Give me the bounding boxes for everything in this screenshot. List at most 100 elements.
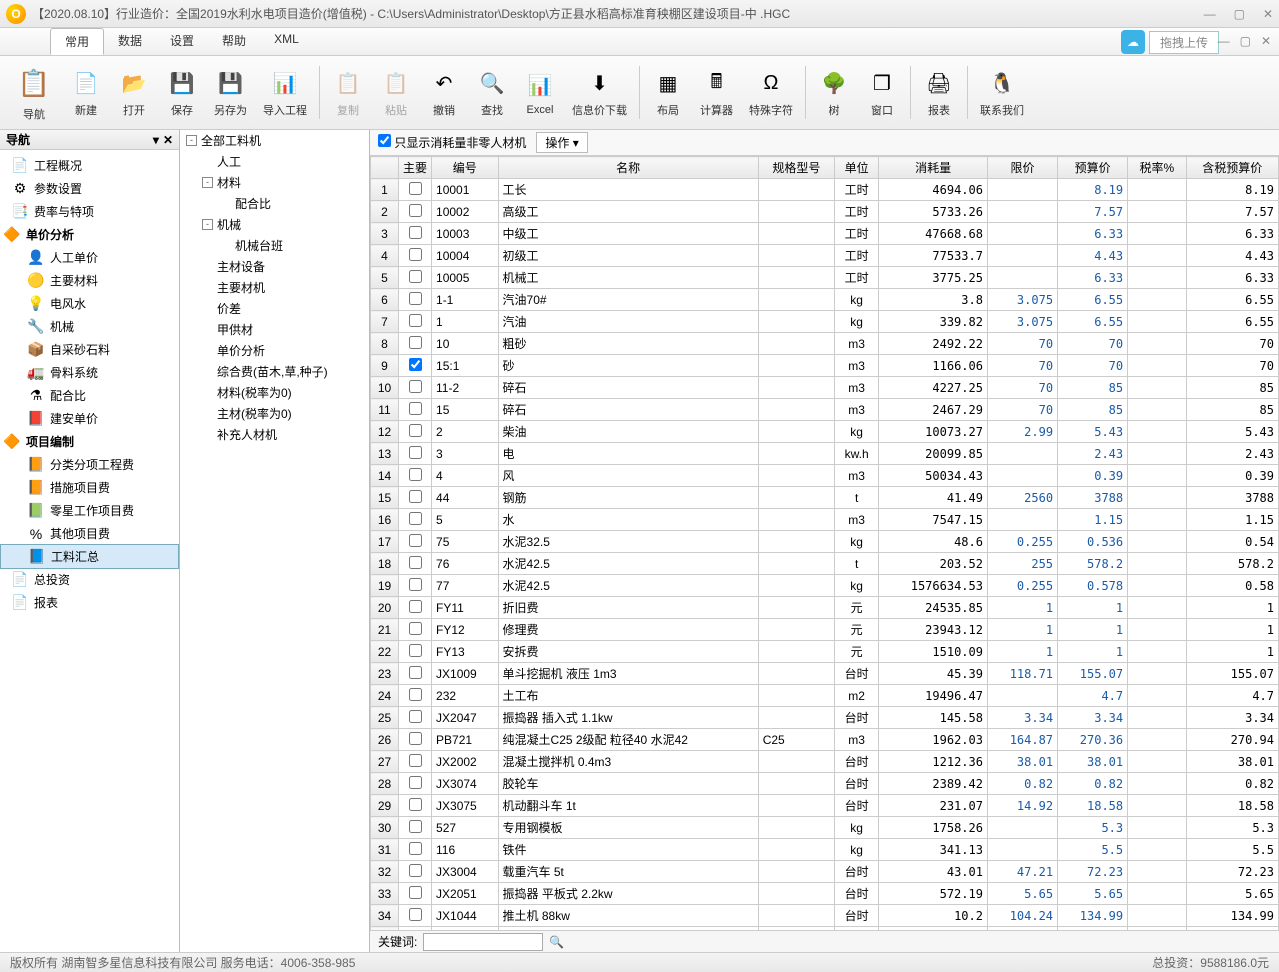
col-限价[interactable]: 限价 xyxy=(987,157,1057,179)
tool-联系我们[interactable]: 🐧联系我们 xyxy=(972,60,1032,125)
tool-计算器[interactable]: 🖩计算器 xyxy=(692,60,741,125)
nav-人工单价[interactable]: 👤人工单价 xyxy=(0,246,179,269)
col-编号[interactable]: 编号 xyxy=(432,157,499,179)
row-checkbox[interactable] xyxy=(399,685,432,707)
tool-撤销[interactable]: ↶撤销 xyxy=(420,60,468,125)
table-row[interactable]: 165水m37547.151.151.15 xyxy=(371,509,1279,531)
row-checkbox[interactable] xyxy=(399,883,432,905)
col-主要[interactable]: 主要 xyxy=(399,157,432,179)
row-checkbox[interactable] xyxy=(399,619,432,641)
menu-常用[interactable]: 常用 xyxy=(50,28,104,55)
tool-报表[interactable]: 🖨报表 xyxy=(915,60,963,125)
tool-新建[interactable]: 📄新建 xyxy=(62,60,110,125)
row-checkbox[interactable] xyxy=(399,465,432,487)
nav-工料汇总[interactable]: 📘工料汇总 xyxy=(0,544,179,569)
row-checkbox[interactable] xyxy=(399,575,432,597)
row-checkbox[interactable] xyxy=(399,729,432,751)
table-row[interactable]: 25JX2047振捣器 插入式 1.1kw台时145.583.343.343.3… xyxy=(371,707,1279,729)
nav-总投资[interactable]: 📄总投资 xyxy=(0,568,179,591)
tool-布局[interactable]: ▦布局 xyxy=(644,60,692,125)
cloud-icon[interactable]: ☁ xyxy=(1121,30,1145,54)
row-checkbox[interactable] xyxy=(399,289,432,311)
tool-另存为[interactable]: 💾另存为 xyxy=(206,60,255,125)
table-row[interactable]: 34JX1044推土机 88kw台时10.2104.24134.99134.99 xyxy=(371,905,1279,927)
tool-粘贴[interactable]: 📋粘贴 xyxy=(372,60,420,125)
table-row[interactable]: 23JX1009单斗挖掘机 液压 1m3台时45.39118.71155.071… xyxy=(371,663,1279,685)
data-grid[interactable]: 主要编号名称规格型号单位消耗量限价预算价税率%含税预算价110001工长工时46… xyxy=(370,156,1279,930)
table-row[interactable]: 20FY11折旧费元24535.85111 xyxy=(371,597,1279,619)
table-row[interactable]: 71汽油kg339.823.0756.556.55 xyxy=(371,311,1279,333)
tree-机械[interactable]: -机械 xyxy=(180,214,369,235)
nav-机械[interactable]: 🔧机械 xyxy=(0,315,179,338)
row-checkbox[interactable] xyxy=(399,377,432,399)
row-checkbox[interactable] xyxy=(399,311,432,333)
nav-零星工作项目费[interactable]: 📗零星工作项目费 xyxy=(0,499,179,522)
tree-价差[interactable]: 价差 xyxy=(180,298,369,319)
nav-工程概况[interactable]: 📄工程概况 xyxy=(0,154,179,177)
col-规格型号[interactable]: 规格型号 xyxy=(758,157,834,179)
col-名称[interactable]: 名称 xyxy=(498,157,758,179)
nav-报表[interactable]: 📄报表 xyxy=(0,591,179,614)
row-checkbox[interactable] xyxy=(399,927,432,931)
col-含税预算价[interactable]: 含税预算价 xyxy=(1186,157,1278,179)
row-checkbox[interactable] xyxy=(399,399,432,421)
row-checkbox[interactable] xyxy=(399,773,432,795)
table-row[interactable]: 1775水泥32.5kg48.60.2550.5360.54 xyxy=(371,531,1279,553)
table-row[interactable]: 22FY13安拆费元1510.09111 xyxy=(371,641,1279,663)
table-row[interactable]: 29JX3075机动翻斗车 1t台时231.0714.9218.5818.58 xyxy=(371,795,1279,817)
tree-材料(税率为0)[interactable]: 材料(税率为0) xyxy=(180,382,369,403)
tool-导航[interactable]: 📋导航 xyxy=(6,60,62,125)
table-row[interactable]: 310003中级工工时47668.686.336.33 xyxy=(371,223,1279,245)
table-row[interactable]: 1876水泥42.5t203.52255578.2578.2 xyxy=(371,553,1279,575)
row-checkbox[interactable] xyxy=(399,333,432,355)
nav-电风水[interactable]: 💡电风水 xyxy=(0,292,179,315)
tool-查找[interactable]: 🔍查找 xyxy=(468,60,516,125)
close-icon[interactable]: ✕ xyxy=(1263,7,1273,21)
tree-机械台班[interactable]: 机械台班 xyxy=(180,235,369,256)
upload-button[interactable]: 拖拽上传 xyxy=(1149,31,1219,54)
menu-帮助[interactable]: 帮助 xyxy=(208,28,260,55)
menu-XML[interactable]: XML xyxy=(260,28,313,55)
table-row[interactable]: 1115碎石m32467.29708585 xyxy=(371,399,1279,421)
nav-单价分析[interactable]: 🔶单价分析 xyxy=(0,223,179,246)
tree-全部工料机[interactable]: -全部工料机 xyxy=(180,130,369,151)
nav-分类分项工程费[interactable]: 📙分类分项工程费 xyxy=(0,453,179,476)
table-row[interactable]: 210002高级工工时5733.267.577.57 xyxy=(371,201,1279,223)
nav-主要材料[interactable]: 🟡主要材料 xyxy=(0,269,179,292)
tree-补充人材机[interactable]: 补充人材机 xyxy=(180,424,369,445)
row-checkbox[interactable] xyxy=(399,641,432,663)
nav-自采砂石料[interactable]: 📦自采砂石料 xyxy=(0,338,179,361)
close-icon[interactable]: ✕ xyxy=(163,133,173,147)
table-row[interactable]: 510005机械工工时3775.256.336.33 xyxy=(371,267,1279,289)
table-row[interactable]: 33JX2051振捣器 平板式 2.2kw台时572.195.655.655.6… xyxy=(371,883,1279,905)
tool-打开[interactable]: 📂打开 xyxy=(110,60,158,125)
tree-综合费(苗木,草,种子)[interactable]: 综合费(苗木,草,种子) xyxy=(180,361,369,382)
table-row[interactable]: 410004初级工工时77533.74.434.43 xyxy=(371,245,1279,267)
maximize-icon[interactable]: ▢ xyxy=(1234,7,1245,21)
table-row[interactable]: 28JX3074胶轮车台时2389.420.820.820.82 xyxy=(371,773,1279,795)
tool-特殊字符[interactable]: Ω特殊字符 xyxy=(741,60,801,125)
col-预算价[interactable]: 预算价 xyxy=(1058,157,1128,179)
table-row[interactable]: 61-1汽油70#kg3.83.0756.556.55 xyxy=(371,289,1279,311)
table-row[interactable]: 1977水泥42.5kg1576634.530.2550.5780.58 xyxy=(371,575,1279,597)
table-row[interactable]: 30527专用钢模板kg1758.265.35.3 xyxy=(371,817,1279,839)
tree-材料[interactable]: -材料 xyxy=(180,172,369,193)
row-checkbox[interactable] xyxy=(399,663,432,685)
row-checkbox[interactable] xyxy=(399,795,432,817)
chevron-down-icon[interactable]: ▾ xyxy=(153,133,159,147)
minimize-icon[interactable]: — xyxy=(1218,34,1230,48)
col-税率%[interactable]: 税率% xyxy=(1128,157,1186,179)
row-checkbox[interactable] xyxy=(399,509,432,531)
row-checkbox[interactable] xyxy=(399,355,432,377)
table-row[interactable]: 31116铁件kg341.135.55.5 xyxy=(371,839,1279,861)
tree-主要材机[interactable]: 主要材机 xyxy=(180,277,369,298)
table-row[interactable]: 122柴油kg10073.272.995.435.43 xyxy=(371,421,1279,443)
nav-配合比[interactable]: ⚗配合比 xyxy=(0,384,179,407)
filter-checkbox[interactable]: 只显示消耗量非零人材机 xyxy=(378,134,526,151)
row-checkbox[interactable] xyxy=(399,597,432,619)
tree-甲供材[interactable]: 甲供材 xyxy=(180,319,369,340)
table-row[interactable]: 810粗砂m32492.22707070 xyxy=(371,333,1279,355)
nav-建安单价[interactable]: 📕建安单价 xyxy=(0,407,179,430)
table-row[interactable]: 144风m350034.430.390.39 xyxy=(371,465,1279,487)
table-row[interactable]: 133电kw.h20099.852.432.43 xyxy=(371,443,1279,465)
